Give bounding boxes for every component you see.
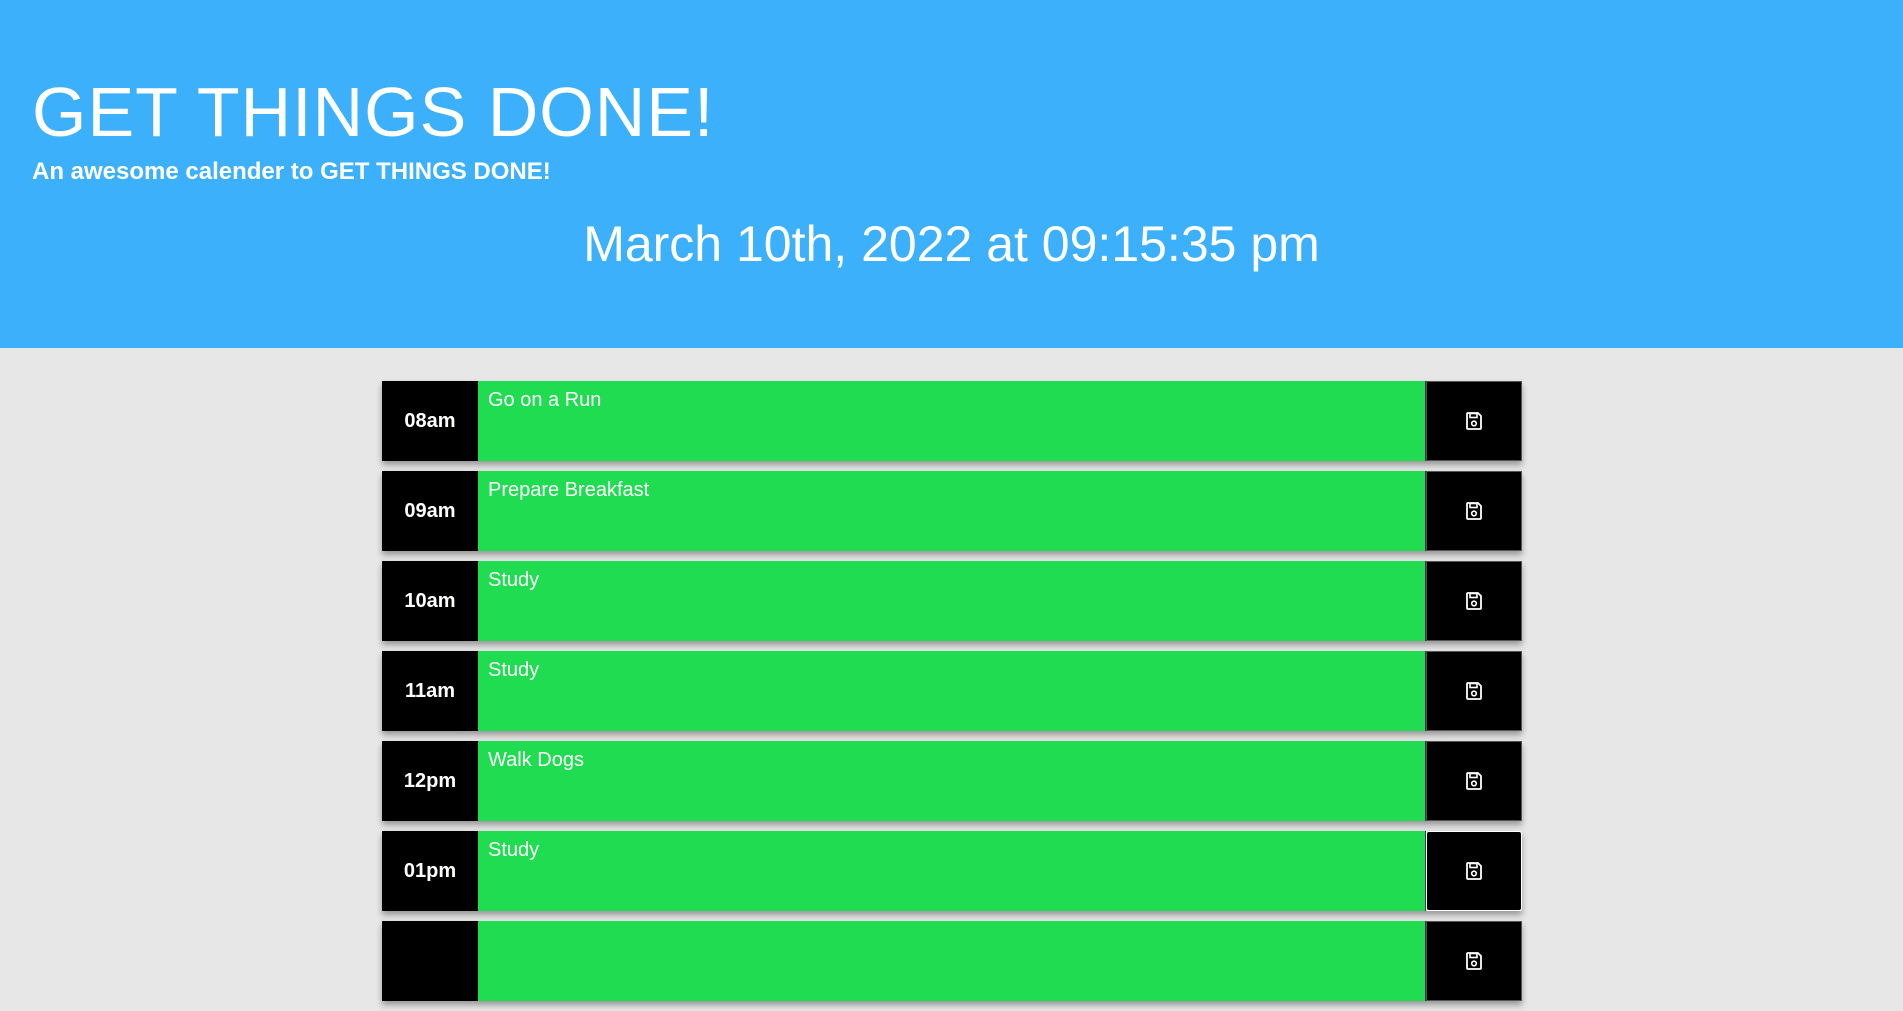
floppy-disk-icon [1464,501,1484,521]
hour-label: 01pm [382,831,478,911]
app-tagline: An awesome calender to GET THINGS DONE! [32,158,551,185]
hour-label: 09am [382,471,478,551]
time-block-row: 12pm Walk Dogs [382,741,1522,821]
task-description-input[interactable] [478,921,1426,1001]
save-button[interactable] [1426,561,1522,641]
save-button[interactable] [1426,831,1522,911]
time-block-row: 09am Prepare Breakfast [382,471,1522,551]
hour-label: 08am [382,381,478,461]
time-block-row [382,921,1522,1001]
floppy-disk-icon [1464,861,1484,881]
time-block-row: 10am Study [382,561,1522,641]
header: GET THINGS DONE! An awesome calender to … [0,0,1903,348]
hour-label: 10am [382,561,478,641]
floppy-disk-icon [1464,681,1484,701]
save-button[interactable] [1426,741,1522,821]
floppy-disk-icon [1464,771,1484,791]
schedule-container: 08am Go on a Run 09am Prepare Breakfast … [382,381,1522,1011]
task-description-input[interactable]: Study [478,561,1426,641]
time-block-row: 01pm Study [382,831,1522,911]
floppy-disk-icon [1464,411,1484,431]
app-title: GET THINGS DONE! [32,73,715,151]
task-description-input[interactable]: Prepare Breakfast [478,471,1426,551]
floppy-disk-icon [1464,951,1484,971]
hour-label: 12pm [382,741,478,821]
task-description-input[interactable]: Study [478,831,1426,911]
time-block-row: 08am Go on a Run [382,381,1522,461]
task-description-input[interactable]: Go on a Run [478,381,1426,461]
hour-label: 11am [382,651,478,731]
time-block-row: 11am Study [382,651,1522,731]
floppy-disk-icon [1464,591,1484,611]
task-description-input[interactable]: Walk Dogs [478,741,1426,821]
hour-label [382,921,478,1001]
save-button[interactable] [1426,921,1522,1001]
task-description-input[interactable]: Study [478,651,1426,731]
save-button[interactable] [1426,471,1522,551]
current-date-time: March 10th, 2022 at 09:15:35 pm [583,216,1320,272]
save-button[interactable] [1426,651,1522,731]
save-button[interactable] [1426,381,1522,461]
